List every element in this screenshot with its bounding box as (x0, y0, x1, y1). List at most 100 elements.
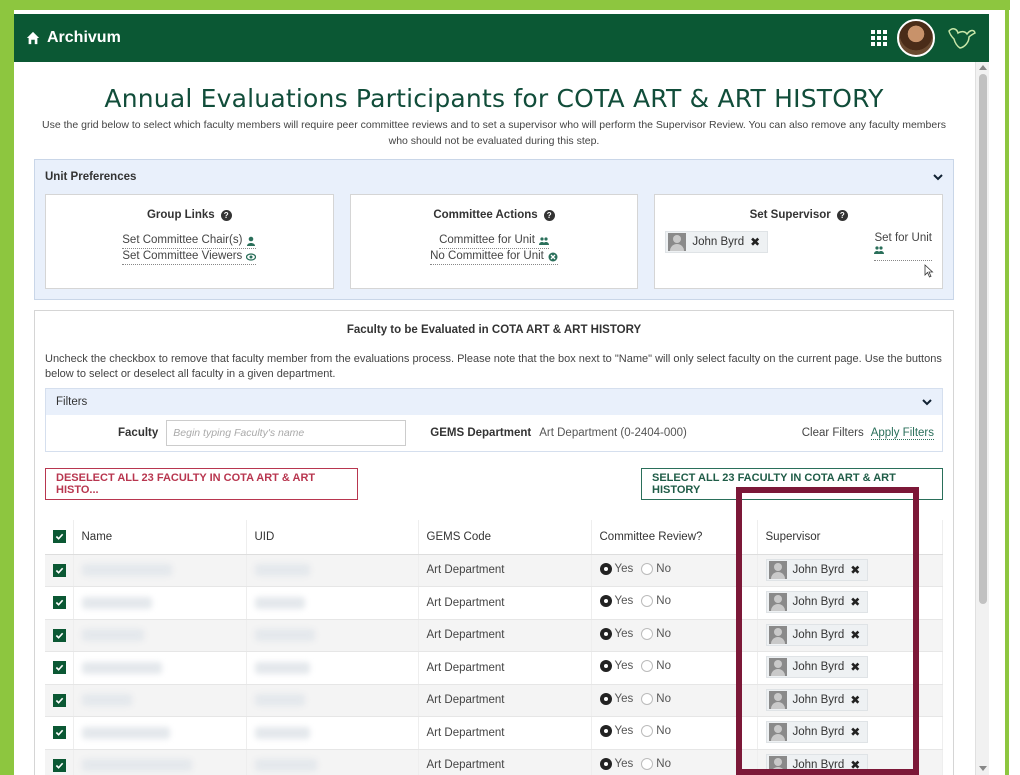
gems-code-cell: Art Department (418, 586, 592, 620)
row-checkbox-cell[interactable] (45, 554, 74, 587)
row-checkbox[interactable] (53, 661, 66, 675)
supervisor-chip[interactable]: John Byrd ✖ (765, 753, 869, 775)
remove-icon[interactable]: ✖ (850, 628, 860, 642)
table-row: Art Department Yes No John Byrd ✖ (45, 586, 943, 620)
remove-icon[interactable]: ✖ (850, 595, 860, 609)
clear-filters-link[interactable]: Clear Filters (802, 427, 864, 439)
review-yes-radio[interactable]: Yes (599, 757, 633, 770)
supervisor-chip[interactable]: John Byrd ✖ (665, 231, 769, 253)
supervisor-chip[interactable]: John Byrd ✖ (765, 656, 869, 679)
apply-filters-link[interactable]: Apply Filters (870, 427, 934, 440)
column-header-supervisor[interactable]: Supervisor (757, 520, 943, 555)
review-no-radio[interactable]: No (641, 627, 671, 640)
committee-for-unit-link[interactable]: Committee for Unit (439, 233, 549, 249)
row-checkbox-cell[interactable] (45, 684, 74, 717)
row-checkbox-cell[interactable] (45, 586, 74, 620)
faculty-name-cell (73, 716, 247, 750)
review-yes-radio[interactable]: Yes (599, 660, 633, 673)
app-name: Archivum (47, 29, 121, 46)
column-header-name[interactable]: Name (73, 520, 247, 555)
scroll-down-arrow-icon[interactable] (979, 766, 987, 771)
help-icon[interactable]: ? (543, 209, 555, 221)
help-icon[interactable]: ? (836, 209, 848, 221)
review-no-radio[interactable]: No (641, 660, 671, 673)
row-checkbox[interactable] (53, 628, 66, 642)
column-header-committee-review[interactable]: Committee Review? (591, 520, 758, 555)
review-yes-radio[interactable]: Yes (599, 627, 633, 640)
supervisor-chip[interactable]: John Byrd ✖ (765, 721, 869, 744)
page-scrollbar[interactable] (975, 62, 989, 775)
column-header-gems-code[interactable]: GEMS Code (418, 520, 592, 555)
home-link[interactable]: Archivum (26, 29, 121, 47)
remove-icon[interactable]: ✖ (850, 758, 860, 772)
review-no-radio[interactable]: No (641, 562, 671, 575)
row-checkbox-cell[interactable] (45, 651, 74, 685)
deselect-all-button[interactable]: DESELECT ALL 23 FACULTY IN COTA ART & AR… (45, 468, 358, 500)
user-avatar[interactable] (897, 19, 935, 57)
row-checkbox-cell[interactable] (45, 619, 74, 652)
gems-code-cell: Art Department (418, 716, 592, 750)
header-checkbox[interactable] (53, 530, 66, 544)
supervisor-cell: John Byrd ✖ (757, 586, 943, 620)
unit-preferences-header[interactable]: Unit Preferences (35, 160, 953, 194)
supervisor-chip[interactable]: John Byrd ✖ (765, 558, 869, 581)
committee-actions-card: Committee Actions ? Committee for Unit N… (349, 194, 639, 289)
gems-department-value[interactable]: Art Department (0-2404-000) (539, 427, 687, 439)
table-row: Art Department Yes No John Byrd ✖ (45, 619, 943, 652)
supervisor-name: John Byrd (692, 236, 745, 248)
supervisor-chip[interactable]: John Byrd ✖ (765, 688, 869, 711)
row-checkbox-cell[interactable] (45, 749, 74, 775)
filters-header[interactable]: Filters (46, 389, 942, 415)
help-icon[interactable]: ? (220, 209, 232, 221)
chevron-down-icon[interactable] (922, 397, 932, 407)
select-all-checkbox-cell[interactable] (45, 520, 74, 555)
filters-panel: Filters Faculty Begin typing Faculty's n… (45, 388, 943, 452)
supervisor-chip[interactable]: John Byrd ✖ (765, 623, 869, 646)
review-yes-radio[interactable]: Yes (599, 725, 633, 738)
committee-review-cell: Yes No (591, 651, 758, 685)
row-checkbox[interactable] (53, 758, 66, 772)
row-checkbox[interactable] (53, 596, 66, 610)
row-checkbox[interactable] (53, 563, 66, 577)
review-no-radio[interactable]: No (641, 757, 671, 770)
avatar (768, 690, 787, 709)
apps-grid-icon[interactable] (871, 30, 887, 46)
uid-cell (246, 684, 419, 717)
row-checkbox[interactable] (53, 693, 66, 707)
set-for-unit-link[interactable]: Set for Unit (874, 231, 933, 261)
faculty-name-cell (73, 749, 247, 775)
supervisor-name: John Byrd (792, 661, 845, 674)
row-checkbox-cell[interactable] (45, 716, 74, 750)
chevron-down-icon[interactable] (933, 172, 943, 182)
remove-icon[interactable]: ✖ (850, 660, 860, 674)
supervisor-chip[interactable]: John Byrd ✖ (765, 591, 869, 614)
column-header-uid[interactable]: UID (246, 520, 419, 555)
avatar (668, 233, 687, 251)
set-committee-chairs-link[interactable]: Set Committee Chair(s) (122, 233, 257, 249)
app-window: Archivum Annual Evaluations Participants… (14, 14, 989, 775)
no-committee-for-unit-link[interactable]: No Committee for Unit (430, 249, 558, 265)
review-yes-radio[interactable]: Yes (599, 562, 633, 575)
group-links-card: Group Links ? Set Committee Chair(s) Set… (45, 194, 334, 289)
remove-icon[interactable]: ✖ (850, 563, 860, 577)
review-no-radio[interactable]: No (641, 725, 671, 738)
remove-icon[interactable]: ✖ (750, 235, 760, 249)
review-no-radio[interactable]: No (641, 692, 671, 705)
faculty-name-cell (73, 554, 247, 587)
row-checkbox[interactable] (53, 726, 66, 740)
remove-icon[interactable]: ✖ (850, 693, 860, 707)
supervisor-name: John Byrd (792, 693, 845, 706)
set-committee-viewers-link[interactable]: Set Committee Viewers (122, 249, 257, 265)
scrollbar-thumb[interactable] (979, 74, 987, 604)
select-all-button[interactable]: SELECT ALL 23 FACULTY IN COTA ART & ART … (641, 468, 943, 500)
scroll-up-arrow-icon[interactable] (979, 65, 987, 70)
table-body: Art Department Yes No John Byrd ✖ Art Departm… (45, 554, 943, 775)
faculty-search-input[interactable]: Begin typing Faculty's name (166, 420, 407, 446)
remove-icon[interactable]: ✖ (850, 725, 860, 739)
close-circle-icon (548, 252, 558, 261)
avatar (768, 658, 787, 677)
review-yes-radio[interactable]: Yes (599, 595, 633, 608)
uid-cell (246, 586, 419, 620)
review-no-radio[interactable]: No (641, 595, 671, 608)
review-yes-radio[interactable]: Yes (599, 692, 633, 705)
